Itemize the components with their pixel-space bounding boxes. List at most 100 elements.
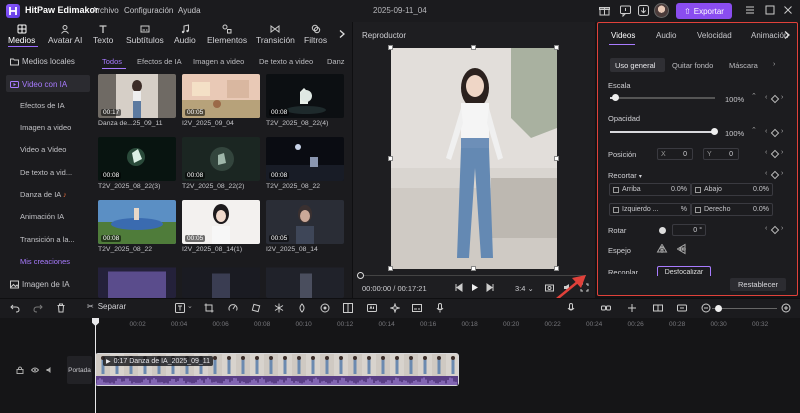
resize-handle[interactable] — [554, 156, 559, 161]
tool-elementos[interactable]: Elementos — [207, 24, 247, 46]
scale-slider[interactable] — [610, 97, 715, 99]
export-button[interactable]: ⇧ Exportar — [676, 3, 732, 19]
prev-keyframe-icon[interactable]: ‹ — [765, 94, 767, 101]
subtab-mascara[interactable]: Máscara — [729, 61, 758, 70]
undo-icon[interactable] — [10, 303, 20, 313]
resize-handle[interactable] — [554, 45, 559, 50]
resize-handle[interactable] — [388, 45, 393, 50]
crop-right-field[interactable]: Derecho 0.0% — [691, 203, 773, 216]
nav-mis-creaciones[interactable]: Mis creaciones — [20, 257, 70, 266]
menu-archivo[interactable]: Archivo — [92, 6, 119, 15]
next-keyframe-icon[interactable]: › — [781, 225, 783, 232]
media-thumb[interactable] — [266, 263, 344, 298]
next-keyframe-icon[interactable]: › — [781, 149, 783, 156]
menu-configuracion[interactable]: Configuración — [124, 6, 173, 15]
zoom-out-icon[interactable] — [701, 303, 711, 313]
opacity-slider-knob[interactable] — [711, 128, 718, 135]
zoom-slider-knob[interactable] — [715, 305, 722, 312]
playhead[interactable] — [95, 318, 96, 413]
tool-avatar-ai[interactable]: Avatar AI — [48, 24, 82, 46]
prop-tab-audio[interactable]: Audio — [656, 31, 676, 40]
media-thumb[interactable]: 00:08 — [98, 200, 176, 244]
close-icon[interactable] — [782, 4, 794, 16]
opacity-slider[interactable] — [610, 131, 715, 133]
gift-icon[interactable] — [598, 4, 611, 17]
tool-filtros[interactable]: Filtros — [304, 24, 327, 46]
next-keyframe-icon[interactable]: › — [781, 170, 783, 177]
chevron-down-icon[interactable]: ⌄ — [187, 302, 193, 310]
chevron-right-icon[interactable] — [337, 29, 347, 39]
prop-tab-videos[interactable]: Videos — [611, 31, 635, 40]
nav-medios-locales[interactable]: Medios locales — [6, 52, 92, 70]
prop-tab-velocidad[interactable]: Velocidad — [697, 31, 732, 40]
tool-subtitulos[interactable]: Subtítulos — [126, 24, 164, 46]
nav-de-texto-a-video[interactable]: De texto a vid... — [20, 168, 72, 177]
opacity-value[interactable]: 100% — [725, 129, 744, 138]
reset-button[interactable]: Restablecer — [730, 278, 786, 291]
nav-video-con-ia[interactable]: Video con IA — [6, 75, 92, 93]
tool-medios[interactable]: Medios — [8, 24, 35, 46]
crop-left-field[interactable]: Izquierdo ... % — [609, 203, 691, 216]
nav-danza-de-ia[interactable]: Danza de IA ♪ — [20, 190, 67, 199]
flip-horizontal-icon[interactable] — [656, 243, 668, 255]
player-scrubber-knob[interactable] — [357, 272, 364, 279]
media-thumb[interactable] — [182, 263, 260, 298]
resize-handle[interactable] — [471, 45, 476, 50]
download-icon[interactable] — [637, 4, 650, 17]
redo-icon[interactable] — [33, 303, 43, 313]
rotate-field[interactable]: 0 ° — [672, 224, 706, 236]
feedback-icon[interactable] — [619, 4, 632, 18]
nav-video-a-video[interactable]: Video a Video — [20, 145, 66, 154]
visibility-icon[interactable] — [30, 366, 40, 374]
media-tab-efectos[interactable]: Efectos de IA — [137, 57, 182, 66]
chevron-right-icon[interactable]: › — [773, 61, 775, 68]
cover-thumbnail[interactable]: Portada — [67, 356, 92, 384]
color-icon[interactable] — [297, 303, 307, 313]
media-thumb[interactable]: 00:17 — [98, 74, 176, 118]
media-thumb[interactable] — [98, 263, 176, 298]
subtab-uso-general[interactable]: Uso general — [615, 61, 655, 70]
ai-tool-icon[interactable] — [367, 303, 377, 313]
media-tab-texto-a-video[interactable]: De texto a video — [259, 57, 313, 66]
chevron-right-icon[interactable] — [782, 30, 792, 40]
menu-ayuda[interactable]: Ayuda — [178, 6, 201, 15]
prev-keyframe-icon[interactable]: ‹ — [765, 128, 767, 135]
rotate-icon[interactable] — [251, 303, 261, 313]
mute-icon[interactable] — [46, 366, 54, 374]
rotate-dial-icon[interactable] — [659, 227, 666, 234]
media-thumb[interactable]: 00:05 — [266, 200, 344, 244]
stepper-arrows-icon[interactable]: ⌃ — [751, 92, 757, 100]
media-thumb[interactable]: 00:05 — [182, 74, 260, 118]
crop-section[interactable]: Recortar ▾ — [608, 171, 642, 180]
video-preview[interactable] — [391, 48, 557, 269]
enhance-icon[interactable] — [389, 302, 401, 314]
next-keyframe-icon[interactable]: › — [781, 128, 783, 135]
delete-icon[interactable] — [56, 303, 66, 313]
mask-icon[interactable] — [320, 303, 330, 313]
layout-icon[interactable] — [343, 303, 353, 313]
prev-keyframe-icon[interactable]: ‹ — [765, 170, 767, 177]
split-button[interactable]: ✂ Separar — [87, 302, 126, 311]
nav-imagen-de-ia[interactable]: Imagen de IA — [6, 275, 92, 293]
link-icon[interactable] — [601, 303, 611, 313]
subtab-quitar-fondo[interactable]: Quitar fondo — [672, 61, 713, 70]
nav-animacion-ia[interactable]: Animación IA — [20, 212, 64, 221]
flip-vertical-icon[interactable] — [676, 243, 688, 255]
resize-handle[interactable] — [388, 156, 393, 161]
media-thumb[interactable]: 00:08 — [182, 137, 260, 181]
prev-keyframe-icon[interactable]: ‹ — [765, 225, 767, 232]
maximize-icon[interactable] — [764, 4, 776, 16]
nav-imagen-a-video[interactable]: Imagen a video — [20, 123, 71, 132]
snap-icon[interactable] — [627, 303, 637, 313]
freeze-icon[interactable] — [274, 303, 284, 313]
record-voice-icon[interactable] — [566, 303, 576, 313]
crop-icon[interactable] — [204, 303, 214, 313]
resize-handle[interactable] — [388, 266, 393, 271]
lock-icon[interactable] — [16, 366, 24, 374]
text-add-icon[interactable] — [175, 303, 185, 313]
time-ruler[interactable] — [96, 318, 800, 330]
next-keyframe-icon[interactable]: › — [781, 94, 783, 101]
crop-top-field[interactable]: Arriba 0.0% — [609, 183, 691, 196]
scale-value[interactable]: 100% — [725, 95, 744, 104]
user-avatar[interactable] — [654, 3, 669, 18]
